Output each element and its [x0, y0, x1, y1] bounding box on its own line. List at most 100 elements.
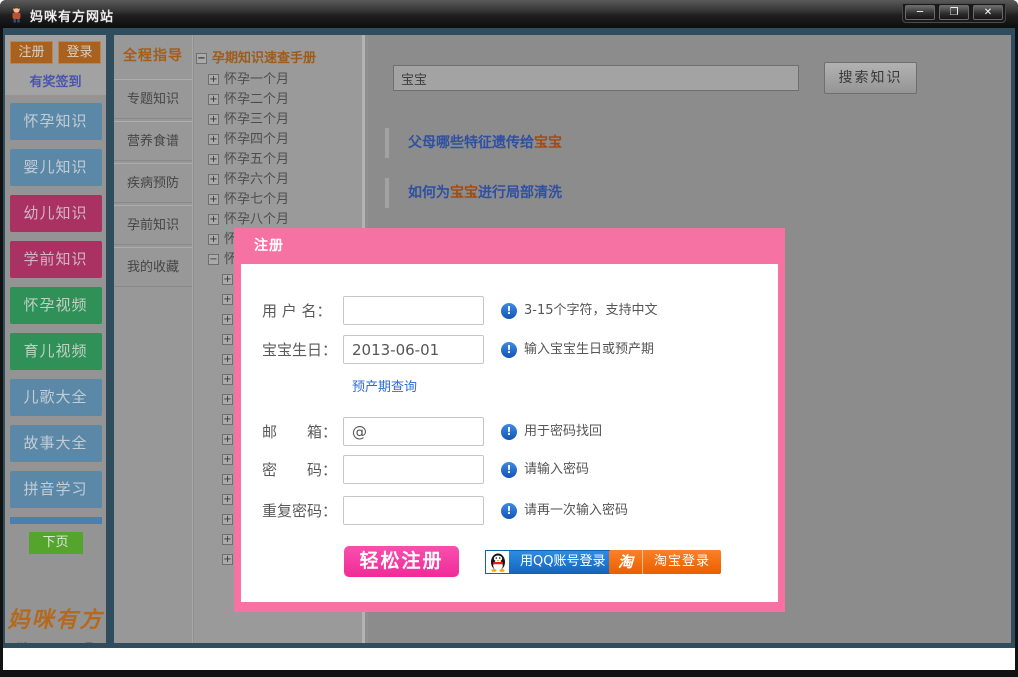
- tree-node[interactable]: + 怀孕二个月: [196, 90, 362, 110]
- category-tab[interactable]: 疾病预防: [114, 163, 192, 203]
- result-link[interactable]: 如何为宝宝进行局部清洗: [385, 178, 991, 208]
- tree-node[interactable]: + 怀孕三个月: [196, 110, 362, 130]
- field-input[interactable]: [343, 335, 484, 364]
- window-title: 妈咪有方网站: [30, 6, 114, 25]
- info-icon: !: [501, 424, 517, 440]
- category-tab[interactable]: 孕前知识: [114, 205, 192, 245]
- form-row: 重复密码：!请再一次输入密码: [241, 496, 778, 526]
- sidebar-nav-item[interactable]: 故事大全: [10, 425, 102, 462]
- expand-icon[interactable]: +: [222, 474, 233, 485]
- result-list: 父母哪些特征遗传给宝宝如何为宝宝进行局部清洗: [385, 128, 991, 228]
- field-label: 重复密码：: [262, 496, 342, 526]
- expand-icon[interactable]: +: [222, 434, 233, 445]
- tree-root-node[interactable]: −孕期知识速查手册: [196, 47, 362, 66]
- sidebar-frame-divider: [106, 35, 114, 643]
- expand-icon[interactable]: +: [222, 354, 233, 365]
- tree-node[interactable]: +怀孕一个月: [196, 70, 362, 90]
- sidebar-nav-item[interactable]: 育儿视频: [10, 333, 102, 370]
- result-text: 父母哪些特征遗传给: [408, 135, 534, 151]
- category-tab[interactable]: 营养食谱: [114, 121, 192, 161]
- qq-login-label: 用QQ账号登录: [509, 551, 616, 573]
- field-input[interactable]: [343, 296, 484, 325]
- next-page-button[interactable]: 下页: [29, 532, 83, 554]
- expand-icon[interactable]: +: [222, 334, 233, 345]
- expand-icon[interactable]: +: [208, 154, 219, 165]
- category-tab[interactable]: 专题知识: [114, 79, 192, 119]
- app-icon: [8, 5, 25, 23]
- login-button[interactable]: 登录: [58, 41, 101, 64]
- search-input[interactable]: [393, 65, 799, 91]
- sidebar-nav-item[interactable]: 儿歌大全: [10, 379, 102, 416]
- expand-icon[interactable]: +: [208, 94, 219, 105]
- field-label: 密 码：: [262, 455, 342, 485]
- category-tabs: 全程指导 专题知识营养食谱疾病预防孕前知识我的收藏: [114, 35, 193, 643]
- expand-icon[interactable]: +: [208, 114, 219, 125]
- expand-icon[interactable]: +: [208, 234, 219, 245]
- site-logo: 妈咪有方: [5, 602, 106, 634]
- expand-icon[interactable]: +: [222, 294, 233, 305]
- expand-icon[interactable]: +: [222, 454, 233, 465]
- easy-register-button[interactable]: 轻松注册: [344, 546, 459, 577]
- sidebar-auth-block: 注册 登录 有奖签到: [5, 35, 106, 95]
- field-input[interactable]: [343, 455, 484, 484]
- due-date-query-link[interactable]: 预产期查询: [352, 376, 417, 395]
- reward-signin-link[interactable]: 有奖签到: [5, 71, 106, 90]
- info-icon: !: [501, 342, 517, 358]
- form-row: 密 码：!请输入密码: [241, 455, 778, 485]
- modal-button-row: 轻松注册: [241, 546, 778, 582]
- tree-node-label: 怀孕三个月: [224, 112, 289, 127]
- tree-node-label: 怀孕二个月: [224, 92, 289, 107]
- tree-node-label: 怀孕七个月: [224, 192, 289, 207]
- expand-icon[interactable]: +: [222, 314, 233, 325]
- category-tab[interactable]: 我的收藏: [114, 247, 192, 287]
- sidebar-nav-item[interactable]: 幼儿知识: [10, 195, 102, 232]
- collapse-icon[interactable]: −: [208, 254, 219, 265]
- expand-icon[interactable]: +: [222, 274, 233, 285]
- form-row: 用 户 名：!3-15个字符，支持中文: [241, 296, 778, 326]
- search-button[interactable]: 搜索知识: [824, 62, 917, 94]
- tree-node[interactable]: + 怀孕八个月: [196, 210, 362, 230]
- titlebar: 妈咪有方网站 ─ ❐ ✕: [0, 0, 1018, 28]
- field-hint: 3-15个字符，支持中文: [524, 296, 658, 326]
- expand-icon[interactable]: +: [222, 514, 233, 525]
- collapse-icon[interactable]: −: [196, 53, 207, 64]
- tab-full-guide[interactable]: 全程指导: [114, 45, 192, 65]
- expand-icon[interactable]: +: [222, 374, 233, 385]
- sidebar-nav-item[interactable]: 怀孕视频: [10, 287, 102, 324]
- expand-icon[interactable]: +: [222, 394, 233, 405]
- status-bar: [3, 648, 1015, 670]
- taobao-login-label: 淘宝登录: [643, 550, 721, 574]
- expand-icon[interactable]: +: [208, 174, 219, 185]
- tree-node-label: 怀孕六个月: [224, 172, 289, 187]
- register-button[interactable]: 注册: [10, 41, 53, 64]
- result-link[interactable]: 父母哪些特征遗传给宝宝: [385, 128, 991, 158]
- tree-node[interactable]: + 怀孕六个月: [196, 170, 362, 190]
- expand-icon[interactable]: +: [208, 74, 219, 85]
- sidebar-nav-item[interactable]: 怀孕知识: [10, 103, 102, 140]
- modal-body: 用 户 名：!3-15个字符，支持中文宝宝生日：!输入宝宝生日或预产期邮 箱：!…: [241, 264, 778, 602]
- sidebar-nav-item[interactable]: 婴儿知识: [10, 149, 102, 186]
- sidebar-nav-item[interactable]: 学前知识: [10, 241, 102, 278]
- expand-icon[interactable]: +: [208, 134, 219, 145]
- expand-icon[interactable]: +: [222, 554, 233, 565]
- expand-icon[interactable]: +: [208, 214, 219, 225]
- field-hint: 输入宝宝生日或预产期: [524, 335, 654, 365]
- expand-icon[interactable]: +: [222, 534, 233, 545]
- maximize-button[interactable]: ❐: [939, 5, 969, 20]
- minimize-button[interactable]: ─: [905, 5, 935, 20]
- taobao-login-button[interactable]: 淘 淘宝登录: [609, 550, 721, 574]
- sidebar-nav: 怀孕知识婴儿知识幼儿知识学前知识怀孕视频育儿视频儿歌大全故事大全拼音学习: [5, 95, 106, 508]
- expand-icon[interactable]: +: [222, 494, 233, 505]
- field-input[interactable]: [343, 496, 484, 525]
- tree-node[interactable]: + 怀孕七个月: [196, 190, 362, 210]
- qq-login-button[interactable]: 用QQ账号登录: [485, 550, 617, 574]
- tree-node[interactable]: +怀孕四个月: [196, 130, 362, 150]
- tree-node[interactable]: + 怀孕五个月: [196, 150, 362, 170]
- expand-icon[interactable]: +: [222, 414, 233, 425]
- tree-node-label: 怀孕五个月: [224, 152, 289, 167]
- expand-icon[interactable]: +: [208, 194, 219, 205]
- sidebar-nav-item[interactable]: 拼音学习: [10, 471, 102, 508]
- close-button[interactable]: ✕: [973, 5, 1003, 20]
- field-input[interactable]: [343, 417, 484, 446]
- tree-node-label: 怀孕八个月: [224, 212, 289, 227]
